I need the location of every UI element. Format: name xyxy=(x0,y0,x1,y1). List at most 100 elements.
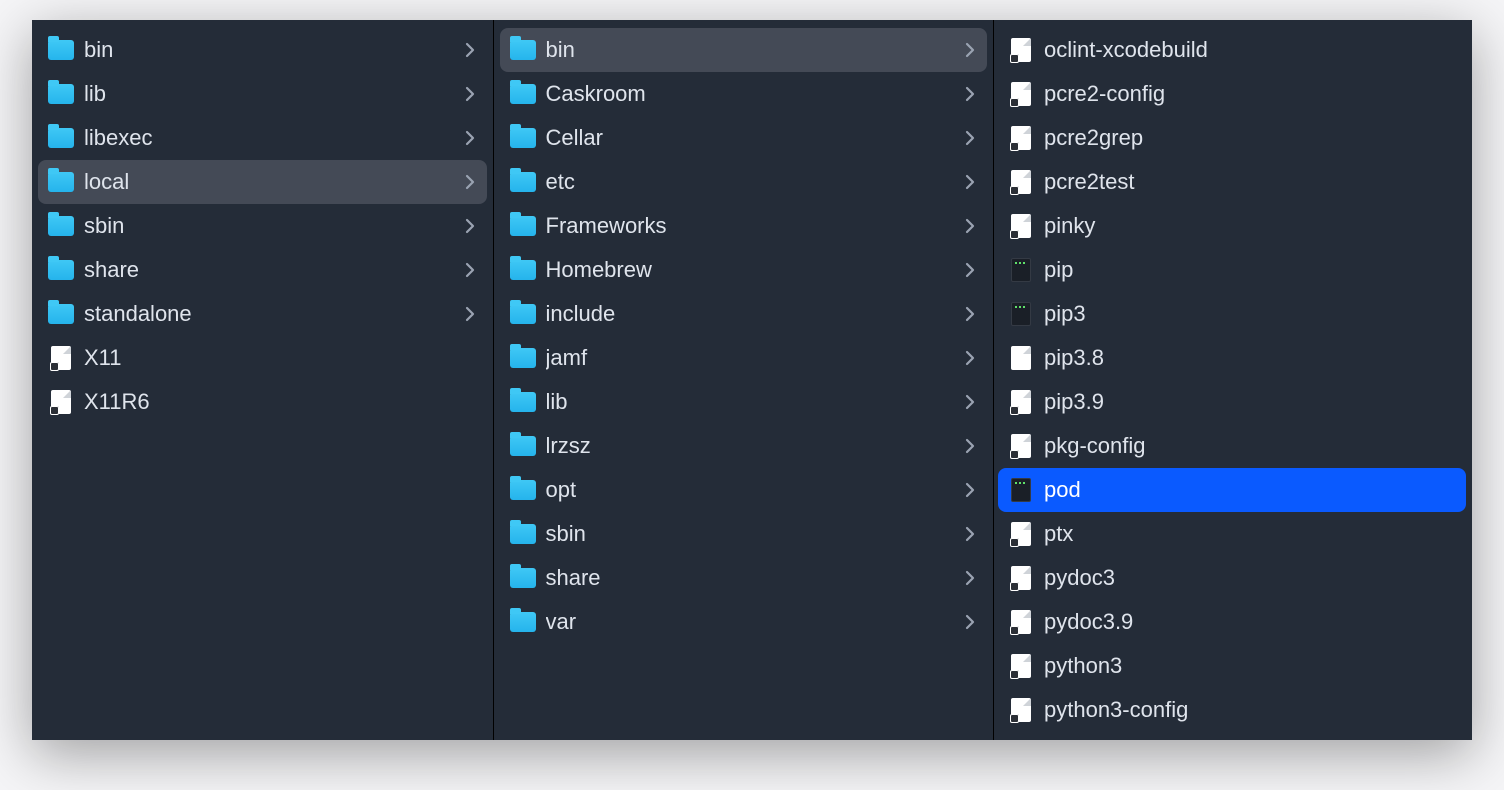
item-label: lib xyxy=(546,389,956,415)
item-label: jamf xyxy=(546,345,956,371)
alias-file-icon xyxy=(1008,698,1034,722)
item-label: Homebrew xyxy=(546,257,956,283)
item-label: lrzsz xyxy=(546,433,956,459)
list-item[interactable]: pydoc3 xyxy=(998,556,1466,600)
alias-file-icon xyxy=(1008,390,1034,414)
list-item[interactable]: sbin xyxy=(500,512,988,556)
folder-icon xyxy=(510,522,536,546)
list-item[interactable]: lib xyxy=(38,72,487,116)
item-label: python3-config xyxy=(1044,697,1454,723)
alias-file-icon xyxy=(1008,566,1034,590)
alias-file-icon xyxy=(1008,214,1034,238)
chevron-right-icon xyxy=(965,306,975,322)
list-item[interactable]: pcre2grep xyxy=(998,116,1466,160)
chevron-right-icon xyxy=(965,570,975,586)
chevron-right-icon xyxy=(965,526,975,542)
chevron-right-icon xyxy=(965,218,975,234)
item-label: pydoc3.9 xyxy=(1044,609,1454,635)
list-item[interactable]: pip xyxy=(998,248,1466,292)
chevron-right-icon xyxy=(465,218,475,234)
column-2[interactable]: oclint-xcodebuild pcre2-config pcre2grep pc… xyxy=(994,20,1472,740)
list-item[interactable]: pinky xyxy=(998,204,1466,248)
chevron-right-icon xyxy=(965,350,975,366)
list-item[interactable]: pod xyxy=(998,468,1466,512)
list-item[interactable]: lrzsz xyxy=(500,424,988,468)
item-label: pip3 xyxy=(1044,301,1454,327)
list-item[interactable]: standalone xyxy=(38,292,487,336)
executable-icon xyxy=(1008,478,1034,502)
item-label: lib xyxy=(84,81,455,107)
item-label: pcre2test xyxy=(1044,169,1454,195)
list-item[interactable]: share xyxy=(38,248,487,292)
item-label: pip3.9 xyxy=(1044,389,1454,415)
item-label: X11 xyxy=(84,345,475,371)
folder-icon xyxy=(510,302,536,326)
column-1[interactable]: bin Caskroom Cellar etcFrameworks Homebrew in… xyxy=(494,20,995,740)
folder-icon xyxy=(48,82,74,106)
list-item[interactable]: pip3 xyxy=(998,292,1466,336)
chevron-right-icon xyxy=(965,482,975,498)
list-item[interactable]: bin xyxy=(38,28,487,72)
item-label: X11R6 xyxy=(84,389,475,415)
chevron-right-icon xyxy=(965,262,975,278)
folder-icon xyxy=(510,434,536,458)
list-item[interactable]: share xyxy=(500,556,988,600)
chevron-right-icon xyxy=(465,86,475,102)
folder-icon xyxy=(510,258,536,282)
column-0[interactable]: bin lib libexec localsbinsharestandalone X11… xyxy=(32,20,494,740)
chevron-right-icon xyxy=(965,438,975,454)
folder-icon xyxy=(510,346,536,370)
list-item[interactable]: jamf xyxy=(500,336,988,380)
item-label: Cellar xyxy=(546,125,956,151)
list-item[interactable]: X11R6 xyxy=(38,380,487,424)
list-item[interactable]: python3-config xyxy=(998,688,1466,732)
list-item[interactable]: pcre2test xyxy=(998,160,1466,204)
item-label: pcre2-config xyxy=(1044,81,1454,107)
alias-file-icon xyxy=(1008,522,1034,546)
list-item[interactable]: Caskroom xyxy=(500,72,988,116)
item-label: pcre2grep xyxy=(1044,125,1454,151)
chevron-right-icon xyxy=(965,614,975,630)
list-item[interactable]: Cellar xyxy=(500,116,988,160)
list-item[interactable]: ptx xyxy=(998,512,1466,556)
list-item[interactable]: pip3.9 xyxy=(998,380,1466,424)
folder-icon xyxy=(510,126,536,150)
list-item[interactable]: pip3.8 xyxy=(998,336,1466,380)
list-item[interactable]: libexec xyxy=(38,116,487,160)
list-item[interactable]: local xyxy=(38,160,487,204)
list-item[interactable]: lib xyxy=(500,380,988,424)
list-item[interactable]: pkg-config xyxy=(998,424,1466,468)
list-item[interactable]: opt xyxy=(500,468,988,512)
chevron-right-icon xyxy=(965,174,975,190)
list-item[interactable]: Frameworks xyxy=(500,204,988,248)
folder-icon xyxy=(510,214,536,238)
item-label: oclint-xcodebuild xyxy=(1044,37,1454,63)
list-item[interactable]: var xyxy=(500,600,988,644)
finder-column-view: binliblibexeclocalsbinsharestandaloneX11… xyxy=(32,20,1472,740)
item-label: pod xyxy=(1044,477,1454,503)
list-item[interactable]: sbin xyxy=(38,204,487,248)
executable-icon xyxy=(1008,302,1034,326)
list-item[interactable]: Homebrew xyxy=(500,248,988,292)
item-label: pip xyxy=(1044,257,1454,283)
folder-icon xyxy=(510,478,536,502)
item-label: libexec xyxy=(84,125,455,151)
list-item[interactable]: oclint-xcodebuild xyxy=(998,28,1466,72)
chevron-right-icon xyxy=(465,306,475,322)
alias-file-icon xyxy=(1008,170,1034,194)
list-item[interactable]: bin xyxy=(500,28,988,72)
item-label: bin xyxy=(546,37,956,63)
list-item[interactable]: pydoc3.9 xyxy=(998,600,1466,644)
list-item[interactable]: pcre2-config xyxy=(998,72,1466,116)
folder-icon xyxy=(48,126,74,150)
item-label: Caskroom xyxy=(546,81,956,107)
item-label: pydoc3 xyxy=(1044,565,1454,591)
folder-icon xyxy=(48,170,74,194)
chevron-right-icon xyxy=(965,130,975,146)
alias-file-icon xyxy=(1008,434,1034,458)
item-label: python3 xyxy=(1044,653,1454,679)
list-item[interactable]: include xyxy=(500,292,988,336)
list-item[interactable]: python3 xyxy=(998,644,1466,688)
list-item[interactable]: X11 xyxy=(38,336,487,380)
list-item[interactable]: etc xyxy=(500,160,988,204)
